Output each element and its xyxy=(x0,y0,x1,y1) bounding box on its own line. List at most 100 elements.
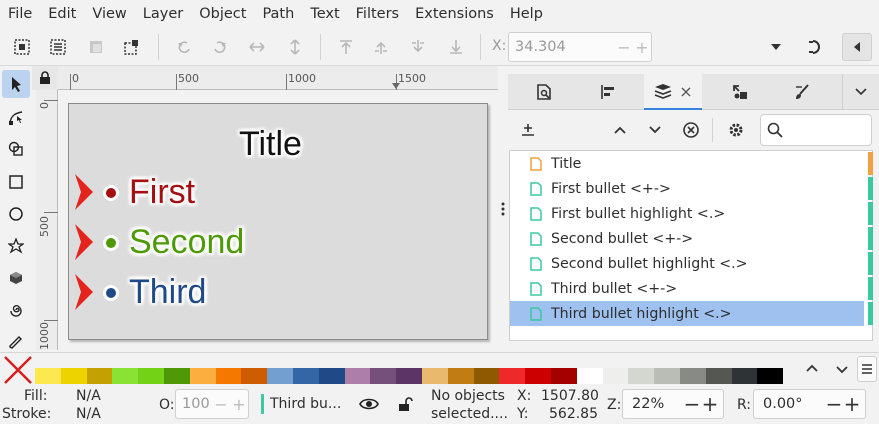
object-row[interactable]: Third bullet <+-> xyxy=(510,276,873,301)
bullet-third-text[interactable]: Third xyxy=(129,272,206,312)
move-down-icon[interactable] xyxy=(641,116,669,144)
color-swatch[interactable] xyxy=(370,368,396,385)
rotate-ccw-icon[interactable] xyxy=(170,33,198,61)
objects-list[interactable]: Title First bullet <+-> First bullet highl… xyxy=(509,150,873,341)
panel-splitter-handle[interactable] xyxy=(498,66,508,352)
lower-to-bottom-icon[interactable] xyxy=(442,33,470,61)
bullet-highlight-chevron[interactable] xyxy=(75,172,95,212)
zoom-spinbox[interactable]: 22% − + xyxy=(622,389,724,419)
star-tool-icon[interactable] xyxy=(2,232,30,260)
opacity-spinbox[interactable]: 100 − + xyxy=(175,389,249,419)
opacity-decrement-button[interactable]: − xyxy=(212,395,230,414)
color-swatch[interactable] xyxy=(61,368,87,385)
color-swatch[interactable] xyxy=(732,368,758,385)
raise-to-top-icon[interactable] xyxy=(332,33,360,61)
remove-object-icon[interactable] xyxy=(677,116,705,144)
menu-extensions[interactable]: Extensions xyxy=(407,0,502,28)
menu-view[interactable]: View xyxy=(84,0,134,28)
stroke-value[interactable]: N/A xyxy=(76,406,101,422)
color-swatch[interactable] xyxy=(577,368,603,385)
color-swatch[interactable] xyxy=(474,368,500,385)
tab-document-properties[interactable] xyxy=(524,74,564,110)
menu-layer[interactable]: Layer xyxy=(135,0,191,28)
color-swatch[interactable] xyxy=(603,368,629,385)
color-swatch[interactable] xyxy=(112,368,138,385)
x-increment-button[interactable]: + xyxy=(633,38,651,57)
menu-text[interactable]: Text xyxy=(302,0,347,28)
fill-value[interactable]: N/A xyxy=(76,388,101,404)
canvas[interactable]: Title First Second Third xyxy=(58,90,498,350)
select-all-layers-icon[interactable] xyxy=(44,33,72,61)
move-up-icon[interactable] xyxy=(606,116,634,144)
settings-gear-icon[interactable] xyxy=(722,116,750,144)
ellipse-tool-icon[interactable] xyxy=(2,200,30,228)
color-swatch[interactable] xyxy=(190,368,216,385)
object-row[interactable]: Third bullet highlight <.> xyxy=(510,301,873,326)
color-swatch[interactable] xyxy=(138,368,164,385)
object-row[interactable]: Second bullet <+-> xyxy=(510,226,873,251)
menu-edit[interactable]: Edit xyxy=(40,0,84,28)
color-swatch[interactable] xyxy=(345,368,371,385)
no-paint-icon[interactable] xyxy=(3,355,33,385)
chevron-down-icon[interactable] xyxy=(762,33,790,61)
object-row[interactable]: First bullet highlight <.> xyxy=(510,201,873,226)
vertical-ruler[interactable]: 0 500 1000 xyxy=(36,90,58,350)
bullet-highlight-chevron[interactable] xyxy=(75,272,95,312)
color-swatch[interactable] xyxy=(422,368,448,385)
object-row[interactable]: First bullet <+-> xyxy=(510,176,873,201)
menu-path[interactable]: Path xyxy=(254,0,302,28)
color-swatch[interactable] xyxy=(525,368,551,385)
object-row[interactable]: Title xyxy=(510,151,873,176)
node-tool-icon[interactable] xyxy=(2,103,30,131)
flip-horizontal-icon[interactable] xyxy=(243,33,271,61)
close-tab-icon[interactable]: × xyxy=(679,82,692,101)
menu-object[interactable]: Object xyxy=(191,0,254,28)
tab-align-distribute[interactable] xyxy=(588,74,628,110)
x-decrement-button[interactable]: − xyxy=(615,38,633,57)
objects-search-input[interactable] xyxy=(760,114,872,146)
rotate-decrement-button[interactable]: − xyxy=(825,392,843,416)
color-swatch[interactable] xyxy=(241,368,267,385)
menu-filters[interactable]: Filters xyxy=(348,0,407,28)
color-swatch[interactable] xyxy=(654,368,680,385)
rotate-spinbox[interactable]: 0.00° − + xyxy=(753,389,866,419)
color-swatch[interactable] xyxy=(267,368,293,385)
rotate-cw-icon[interactable] xyxy=(206,33,234,61)
color-swatch[interactable] xyxy=(293,368,319,385)
menu-file[interactable]: File xyxy=(0,0,40,28)
color-swatch[interactable] xyxy=(499,368,525,385)
tab-fill-stroke[interactable] xyxy=(782,74,822,110)
show-commands-panel-button[interactable] xyxy=(842,33,872,61)
selector-tool-icon[interactable] xyxy=(2,70,30,98)
current-layer-selector[interactable]: Third bu... xyxy=(270,396,341,412)
color-swatch[interactable] xyxy=(87,368,113,385)
color-swatch[interactable] xyxy=(757,368,783,385)
3d-box-tool-icon[interactable] xyxy=(2,264,30,292)
color-swatch[interactable] xyxy=(216,368,242,385)
color-swatch[interactable] xyxy=(396,368,422,385)
lower-icon[interactable] xyxy=(404,33,432,61)
zoom-out-button[interactable]: − xyxy=(683,392,701,416)
tab-transform[interactable] xyxy=(720,74,760,110)
select-all-icon[interactable] xyxy=(8,33,36,61)
rotate-increment-button[interactable]: + xyxy=(843,392,861,416)
flip-vertical-icon[interactable] xyxy=(281,33,309,61)
add-layer-icon[interactable] xyxy=(514,116,542,144)
color-swatch[interactable] xyxy=(164,368,190,385)
menu-help[interactable]: Help xyxy=(502,0,551,28)
color-swatch[interactable] xyxy=(551,368,577,385)
color-swatch[interactable] xyxy=(35,368,61,385)
select-same-icon[interactable] xyxy=(82,33,110,61)
bullet-highlight-chevron[interactable] xyxy=(75,222,95,262)
snap-toggle-icon[interactable] xyxy=(802,33,830,61)
object-row[interactable]: Second bullet highlight <.> xyxy=(510,251,873,276)
tab-overflow[interactable] xyxy=(842,74,878,110)
palette-scroll-up-icon[interactable] xyxy=(798,355,826,383)
color-swatch[interactable] xyxy=(319,368,345,385)
color-swatch[interactable] xyxy=(448,368,474,385)
bullet-second-text[interactable]: Second xyxy=(129,222,244,262)
rectangle-tool-icon[interactable] xyxy=(2,168,30,196)
lock-guides-icon[interactable] xyxy=(32,66,58,90)
bullet-first-text[interactable]: First xyxy=(129,172,195,212)
color-swatch[interactable] xyxy=(680,368,706,385)
